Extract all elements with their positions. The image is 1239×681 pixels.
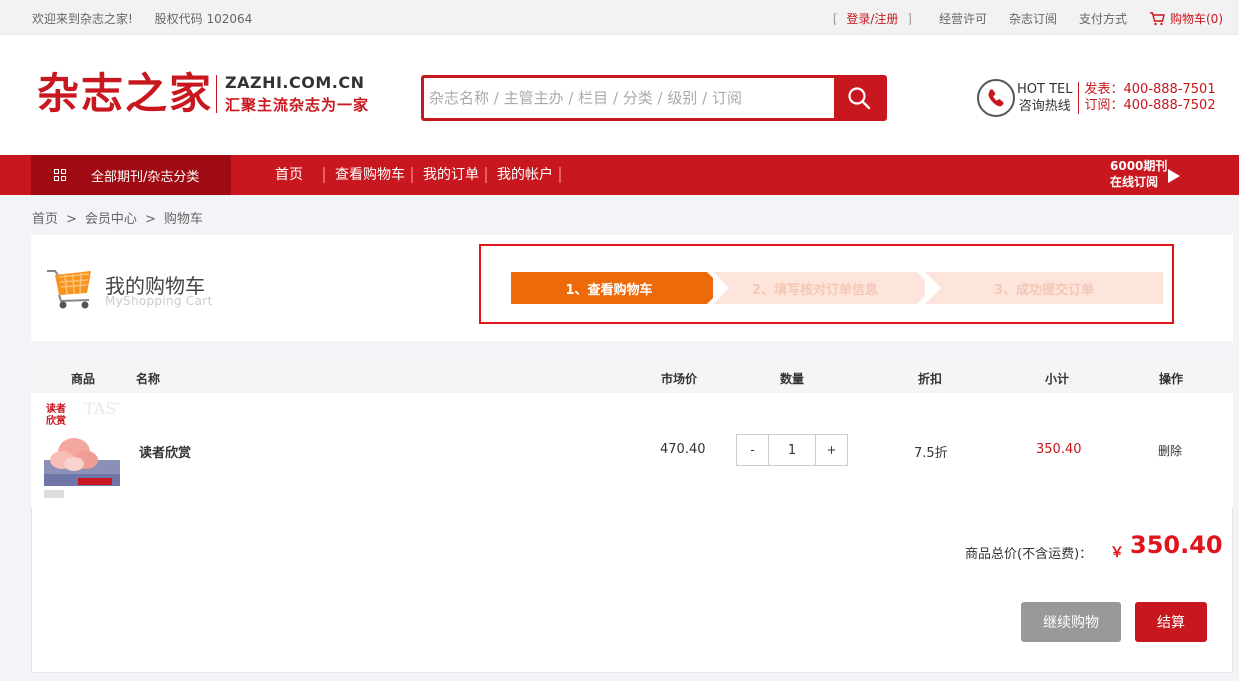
search-box: [421, 75, 887, 121]
hotline-numbers: 发表：400-888-7501 订阅：400-888-7502: [1084, 82, 1215, 114]
phone-icon: [977, 79, 1015, 117]
nav-view-cart[interactable]: 查看购物车: [325, 167, 413, 183]
product-subtotal: 350.40: [1036, 442, 1082, 457]
shopping-cart-icon: [47, 270, 91, 309]
col-name: 名称: [136, 372, 161, 386]
qty-plus-button[interactable]: +: [816, 435, 847, 465]
breadcrumb: 首页 > 会员中心 > 购物车: [32, 208, 203, 227]
cart-subtitle: MyShopping Cart: [105, 294, 213, 308]
promo-line1: 6000期刊: [1110, 159, 1168, 173]
product-name[interactable]: 读者欣赏: [139, 442, 191, 461]
top-bar-right: [ 登录/注册 ] 经营许可 杂志订阅 支付方式 购物车(0): [828, 10, 1223, 27]
top-cart-link[interactable]: 购物车(0): [1149, 10, 1223, 27]
total-label: 商品总价(不含运费)：: [965, 547, 1093, 562]
checkout-steps: 1、查看购物车 2、填写核对订单信息 3、成功提交订单: [479, 244, 1174, 324]
search-button[interactable]: [834, 78, 884, 118]
search-input[interactable]: [424, 78, 834, 118]
checkout-button[interactable]: 结算: [1135, 602, 1207, 642]
category-menu-label: 全部期刊/杂志分类: [91, 169, 200, 185]
hotline-label: HOT TEL 咨询热线: [1017, 81, 1072, 115]
nav-home[interactable]: 首页: [265, 167, 325, 183]
search-icon: [848, 87, 871, 110]
cart-title-panel: 我的购物车 MyShopping Cart 1、查看购物车 2、填写核对订单信息…: [31, 235, 1233, 341]
col-qty: 数量: [780, 372, 805, 386]
logo[interactable]: 杂志之家: [37, 70, 213, 118]
continue-shopping-button[interactable]: 继续购物: [1021, 602, 1121, 642]
category-menu-button[interactable]: 全部期刊/杂志分类: [31, 155, 231, 195]
delete-link[interactable]: 删除: [1158, 442, 1182, 459]
table-row: TASTE 读者 欣赏 读者欣赏 470.40 - 1 + 7.5折 350.4…: [31, 393, 1233, 508]
bracket-left: [: [832, 12, 838, 26]
login-group: [ 登录/注册 ]: [828, 10, 917, 27]
cart-table: 商品 名称 市场价 数量 折扣 小计 操作 TASTE 读者 欣赏 读者欣: [31, 361, 1233, 508]
site-header: 杂志之家 ZAZHI.COM.CN 汇聚主流杂志为一家 HOT TEL 咨询热线…: [0, 35, 1239, 155]
login-link[interactable]: 登录/注册: [846, 12, 898, 26]
grid-icon: [54, 169, 66, 181]
col-action: 操作: [1159, 372, 1184, 386]
hotline-subscribe-label: 订阅：: [1084, 98, 1124, 113]
license-link[interactable]: 经营许可: [939, 10, 987, 27]
quantity-stepper: - 1 +: [736, 434, 848, 466]
qty-input[interactable]: 1: [768, 435, 816, 465]
hotline-publish-label: 发表：: [1084, 82, 1124, 97]
step-submit-order: 3、成功提交订单: [925, 272, 1163, 304]
total-amount: 350.40: [1130, 531, 1223, 559]
cover-title-1: 读者: [46, 402, 66, 415]
hotline: HOT TEL 咨询热线 发表：400-888-7501 订阅：400-888-…: [977, 79, 1216, 117]
cart-summary: 商品总价(不含运费)： ￥ 350.40 继续购物 结算: [31, 507, 1233, 673]
breadcrumb-cart: 购物车: [163, 212, 203, 227]
payment-link[interactable]: 支付方式: [1079, 10, 1127, 27]
stock-code: 股权代码 102064: [154, 12, 253, 26]
hotline-divider: [1078, 82, 1080, 114]
cover-title-2: 欣赏: [46, 414, 66, 427]
top-cart-label: 购物车(0): [1170, 12, 1223, 26]
hotline-label-en: HOT TEL: [1017, 82, 1073, 97]
play-arrow-icon: [1168, 169, 1180, 183]
step-fill-order: 2、填写核对订单信息: [713, 272, 933, 304]
main-nav: 全部期刊/杂志分类 首页 查看购物车 我的订单 我的帐户 6000期刊 在线订阅: [0, 155, 1239, 195]
cover-badge: TASTE: [84, 400, 120, 418]
col-discount: 折扣: [918, 372, 943, 386]
breadcrumb-separator: >: [66, 212, 77, 227]
logo-slogan: 汇聚主流杂志为一家: [225, 96, 370, 114]
nav-my-account[interactable]: 我的帐户: [487, 167, 561, 183]
qty-minus-button[interactable]: -: [737, 435, 768, 465]
breadcrumb-separator: >: [144, 212, 156, 227]
breadcrumb-member[interactable]: 会员中心: [85, 212, 137, 227]
hotline-label-cn: 咨询热线: [1018, 99, 1071, 114]
logo-domain: ZAZHI.COM.CN: [225, 73, 365, 92]
top-bar: 欢迎来到杂志之家! 股权代码 102064 [ 登录/注册 ] 经营许可 杂志订…: [0, 0, 1239, 35]
product-thumbnail[interactable]: TASTE 读者 欣赏: [44, 400, 120, 500]
product-discount: 7.5折: [914, 446, 948, 461]
bracket-right: ]: [907, 12, 912, 26]
col-subtotal: 小计: [1045, 372, 1070, 386]
hotline-publish-number: 400-888-7501: [1123, 82, 1216, 97]
product-price: 470.40: [660, 442, 706, 457]
cart-icon: [1150, 11, 1165, 25]
step-view-cart: 1、查看购物车: [511, 272, 723, 304]
breadcrumb-home[interactable]: 首页: [32, 212, 58, 227]
subscribe-link[interactable]: 杂志订阅: [1009, 10, 1057, 27]
col-product: 商品: [71, 372, 96, 386]
currency-symbol: ￥: [1110, 545, 1124, 561]
table-header: 商品 名称 市场价 数量 折扣 小计 操作: [31, 361, 1233, 393]
nav-links: 首页 查看购物车 我的订单 我的帐户: [265, 155, 561, 195]
logo-divider: [216, 75, 217, 113]
top-bar-left: 欢迎来到杂志之家! 股权代码 102064: [32, 10, 270, 27]
promo-line2: 在线订阅: [1110, 175, 1159, 189]
col-price: 市场价: [661, 372, 698, 386]
welcome-text: 欢迎来到杂志之家!: [32, 12, 133, 26]
hotline-subscribe-number: 400-888-7502: [1123, 98, 1216, 113]
promo-banner[interactable]: 6000期刊 在线订阅: [1110, 158, 1167, 190]
nav-my-orders[interactable]: 我的订单: [413, 167, 487, 183]
